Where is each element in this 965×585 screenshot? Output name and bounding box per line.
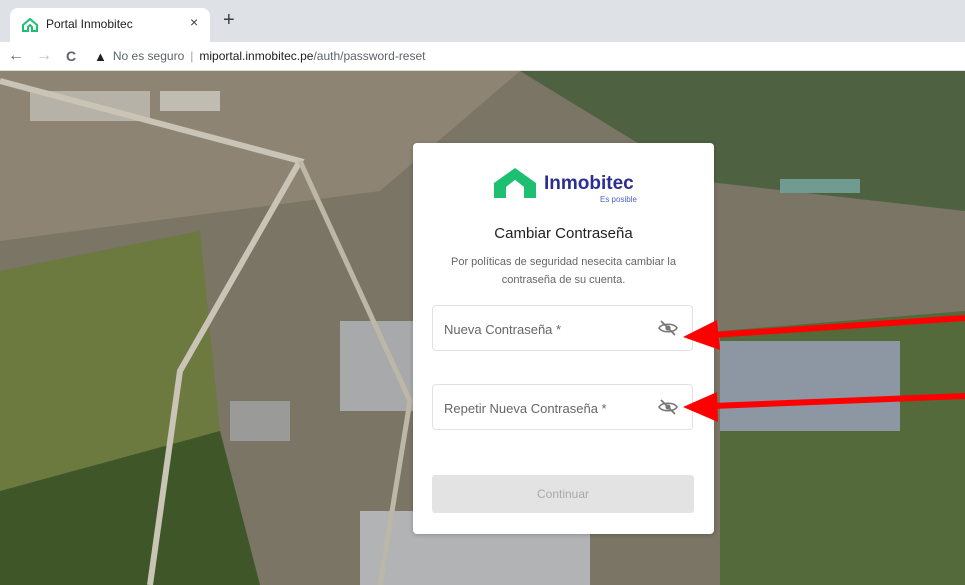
tab-title: Portal Inmobitec (46, 17, 133, 31)
continue-button[interactable]: Continuar (432, 475, 694, 513)
password-reset-card: Inmobitec Es posible Cambiar Contraseña … (413, 143, 714, 534)
security-status: No es seguro (112, 49, 185, 63)
url-path: /auth/password-reset (313, 49, 426, 63)
annotation-arrow (683, 315, 965, 350)
new-password-input[interactable] (442, 318, 656, 340)
forward-icon[interactable]: → (36, 46, 52, 66)
page-title: Cambiar Contraseña (494, 225, 633, 242)
annotation-arrow (683, 392, 965, 422)
inmobitec-logo-icon (494, 168, 536, 198)
new-tab-icon[interactable]: + (223, 10, 235, 30)
back-icon[interactable]: ← (8, 46, 24, 66)
inmobitec-favicon-icon (22, 18, 38, 32)
logo-tagline: Es posible (600, 195, 637, 204)
reload-icon[interactable]: C (66, 46, 76, 66)
page-description: Por políticas de seguridad nesecita camb… (450, 256, 676, 286)
browser-toolbar: ← → C ▲ No es seguro | miportal.inmobite… (0, 42, 965, 71)
tab-close-icon[interactable]: × (190, 14, 198, 30)
brand-logo: Inmobitec Es posible (490, 165, 640, 204)
browser-tab-bar: Portal Inmobitec × + (0, 0, 965, 42)
new-password-field[interactable] (432, 305, 693, 351)
eye-off-icon[interactable] (658, 399, 678, 415)
address-separator: | (190, 49, 194, 63)
warning-icon: ▲ (94, 48, 107, 64)
browser-tab[interactable]: Portal Inmobitec × (10, 8, 210, 42)
repeat-password-field[interactable] (432, 384, 693, 430)
eye-off-icon[interactable] (658, 320, 678, 336)
repeat-password-input[interactable] (442, 397, 656, 419)
url-host: miportal.inmobitec.pe (199, 49, 314, 63)
logo-wordmark: Inmobitec (544, 173, 634, 194)
address-bar[interactable]: ▲ No es seguro | miportal.inmobitec.pe /… (94, 45, 426, 67)
